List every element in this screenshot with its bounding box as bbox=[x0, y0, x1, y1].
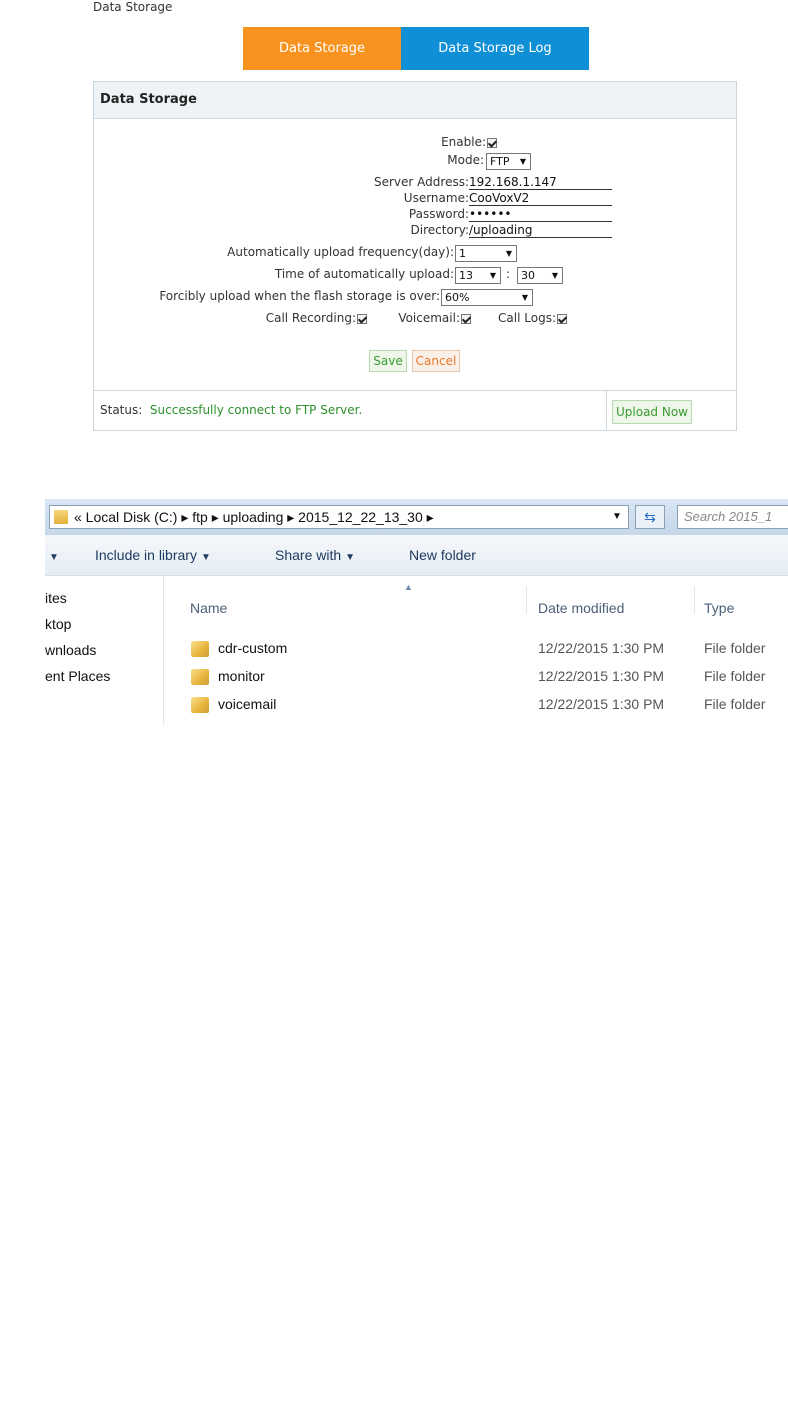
time-hour-value: 13 bbox=[459, 269, 473, 282]
time-separator: : bbox=[506, 267, 511, 281]
new-folder-button[interactable]: New folder bbox=[409, 547, 476, 563]
server-label: Server Address: bbox=[374, 175, 469, 189]
explorer-toolbar: ▼ Include in library ▼ Share with ▼ New fo… bbox=[45, 535, 788, 576]
chevron-down-icon: ▼ bbox=[49, 552, 59, 563]
forcibly-label: Forcibly upload when the flash storage i… bbox=[159, 289, 440, 303]
folder-icon bbox=[191, 669, 209, 685]
frequency-select[interactable]: 1 ▼ bbox=[455, 245, 517, 262]
form-area: Enable: Mode: FTP ▼ Server Address: 192.… bbox=[94, 119, 736, 389]
chevron-down-icon: ▼ bbox=[200, 552, 211, 563]
folder-icon bbox=[191, 641, 209, 657]
column-divider bbox=[694, 586, 695, 614]
chevron-down-icon: ▼ bbox=[551, 271, 558, 280]
status-divider bbox=[606, 391, 607, 431]
file-date: 12/22/2015 1:30 PM bbox=[538, 696, 665, 712]
username-label: Username: bbox=[403, 191, 469, 205]
table-row[interactable]: voicemail 12/22/2015 1:30 PM File folder bbox=[164, 692, 788, 720]
page-caption: Data Storage bbox=[93, 0, 173, 14]
table-row[interactable]: cdr-custom 12/22/2015 1:30 PM File folde… bbox=[164, 636, 788, 664]
forcibly-select-value: 60% bbox=[445, 291, 470, 304]
column-header-name[interactable]: Name bbox=[190, 600, 227, 616]
sort-ascending-icon: ▲ bbox=[404, 582, 413, 592]
status-text: Status: Successfully connect to FTP Serv… bbox=[100, 403, 362, 417]
time-hour-select[interactable]: 13 ▼ bbox=[455, 267, 501, 284]
file-date: 12/22/2015 1:30 PM bbox=[538, 640, 665, 656]
navigation-pane: ites ktop wnloads ent Places bbox=[45, 576, 164, 725]
upload-now-button[interactable]: Upload Now bbox=[612, 400, 692, 424]
enable-label: Enable: bbox=[441, 135, 486, 149]
tab-bar: Data Storage Data Storage Log bbox=[243, 27, 589, 70]
nav-item-downloads[interactable]: wnloads bbox=[45, 642, 96, 658]
chevron-down-icon: ▼ bbox=[345, 552, 356, 563]
chevron-down-icon: ▼ bbox=[489, 271, 496, 280]
time-minute-value: 30 bbox=[521, 269, 535, 282]
chevron-down-icon: ▼ bbox=[521, 293, 528, 302]
file-name: cdr-custom bbox=[218, 640, 288, 656]
share-with-label: Share with bbox=[275, 547, 342, 563]
mode-select-value: FTP bbox=[490, 155, 510, 168]
nav-item-favorites[interactable]: ites bbox=[45, 590, 67, 606]
column-divider bbox=[526, 586, 527, 614]
address-bar: « Local Disk (C:) ▸ ftp ▸ uploading ▸ 20… bbox=[45, 499, 788, 535]
mode-label: Mode: bbox=[447, 153, 484, 167]
status-label: Status: bbox=[100, 403, 143, 417]
call-logs-label: Call Logs: bbox=[498, 311, 556, 325]
data-storage-panel: Data Storage Enable: Mode: FTP ▼ Server … bbox=[93, 81, 737, 431]
status-bar: Status: Successfully connect to FTP Serv… bbox=[94, 390, 736, 431]
mode-select[interactable]: FTP ▼ bbox=[486, 153, 531, 170]
chevron-down-icon: ▼ bbox=[519, 157, 526, 166]
refresh-button[interactable]: ⇆ bbox=[635, 505, 665, 529]
file-list: ▲ Name Date modified Type cdr-custom 12/… bbox=[164, 576, 788, 725]
save-button[interactable]: Save bbox=[369, 350, 407, 372]
address-input[interactable]: « Local Disk (C:) ▸ ftp ▸ uploading ▸ 20… bbox=[49, 505, 629, 529]
cancel-button[interactable]: Cancel bbox=[412, 350, 460, 372]
search-input[interactable]: Search 2015_1 bbox=[677, 505, 788, 529]
refresh-icon: ⇆ bbox=[644, 509, 656, 525]
chevron-down-icon[interactable]: ▼ bbox=[612, 506, 622, 528]
enable-checkbox[interactable] bbox=[487, 138, 497, 148]
username-input[interactable]: CooVoxV2 bbox=[469, 191, 612, 206]
nav-item-desktop[interactable]: ktop bbox=[45, 616, 71, 632]
nav-item-recent-places[interactable]: ent Places bbox=[45, 668, 110, 684]
file-type: File folder bbox=[704, 640, 766, 656]
include-in-library-button[interactable]: Include in library ▼ bbox=[95, 547, 211, 563]
time-minute-select[interactable]: 30 ▼ bbox=[517, 267, 563, 284]
file-date: 12/22/2015 1:30 PM bbox=[538, 668, 665, 684]
call-logs-checkbox[interactable] bbox=[557, 314, 567, 324]
breadcrumb: « Local Disk (C:) ▸ ftp ▸ uploading ▸ 20… bbox=[74, 509, 434, 525]
voicemail-label: Voicemail: bbox=[398, 311, 460, 325]
file-type: File folder bbox=[704, 696, 766, 712]
panel-title: Data Storage bbox=[94, 82, 736, 119]
tab-data-storage-log[interactable]: Data Storage Log bbox=[401, 27, 589, 70]
tab-data-storage[interactable]: Data Storage bbox=[243, 27, 401, 70]
column-header-type[interactable]: Type bbox=[704, 600, 734, 616]
file-explorer-window: « Local Disk (C:) ▸ ftp ▸ uploading ▸ 20… bbox=[45, 499, 788, 725]
chevron-down-icon: ▼ bbox=[505, 249, 512, 258]
call-recording-checkbox[interactable] bbox=[357, 314, 367, 324]
file-name: voicemail bbox=[218, 696, 277, 712]
call-recording-label: Call Recording: bbox=[265, 311, 356, 325]
frequency-label: Automatically upload frequency(day): bbox=[227, 245, 454, 259]
forcibly-select[interactable]: 60% ▼ bbox=[441, 289, 533, 306]
password-label: Password: bbox=[408, 207, 469, 221]
voicemail-checkbox[interactable] bbox=[461, 314, 471, 324]
directory-label: Directory: bbox=[410, 223, 469, 237]
folder-icon bbox=[54, 510, 68, 524]
folder-icon bbox=[191, 697, 209, 713]
server-input[interactable]: 192.168.1.147 bbox=[469, 175, 612, 190]
column-header-date[interactable]: Date modified bbox=[538, 600, 624, 616]
password-input[interactable]: •••••• bbox=[469, 207, 612, 222]
frequency-select-value: 1 bbox=[459, 247, 466, 260]
directory-input[interactable]: /uploading bbox=[469, 223, 612, 238]
file-name: monitor bbox=[218, 668, 265, 684]
include-in-library-label: Include in library bbox=[95, 547, 197, 563]
file-type: File folder bbox=[704, 668, 766, 684]
time-label: Time of automatically upload: bbox=[274, 267, 454, 281]
table-row[interactable]: monitor 12/22/2015 1:30 PM File folder bbox=[164, 664, 788, 692]
status-value: Successfully connect to FTP Server. bbox=[149, 403, 363, 417]
share-with-button[interactable]: Share with ▼ bbox=[275, 547, 355, 563]
organize-dropdown-arrow[interactable]: ▼ bbox=[45, 547, 59, 563]
